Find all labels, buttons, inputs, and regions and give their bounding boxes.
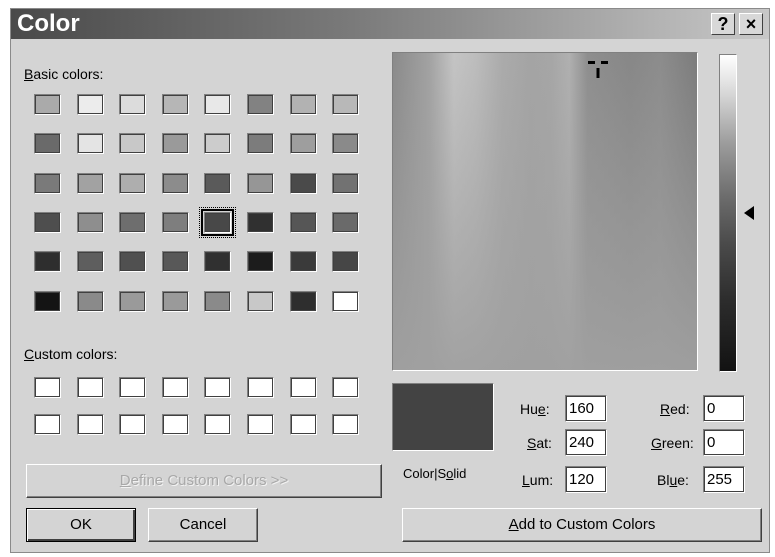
custom-color-swatch[interactable] [161, 377, 189, 398]
custom-color-swatch[interactable] [289, 414, 317, 435]
custom-color-swatch[interactable] [119, 414, 147, 435]
custom-color-swatch[interactable] [204, 414, 232, 435]
basic-color-swatch[interactable] [119, 290, 147, 312]
red-label: Red: [660, 401, 690, 417]
basic-colors-label: Basic colors: [24, 66, 104, 82]
lum-input[interactable]: 120 [565, 466, 607, 493]
basic-color-swatch[interactable] [247, 133, 274, 155]
basic-color-swatch[interactable] [34, 290, 61, 312]
basic-color-swatch[interactable] [34, 251, 61, 273]
basic-color-swatch[interactable] [289, 211, 317, 233]
selected-swatch-border [201, 208, 235, 236]
red-input[interactable]: 0 [703, 395, 745, 422]
custom-color-swatch[interactable] [76, 377, 104, 398]
basic-color-swatch[interactable] [247, 290, 274, 312]
spectrum-saturation-fade [393, 53, 697, 370]
basic-color-swatch[interactable] [161, 172, 189, 194]
basic-color-swatch[interactable] [76, 133, 104, 155]
basic-color-swatch[interactable] [289, 290, 317, 312]
green-input[interactable]: 0 [703, 429, 745, 456]
color-preview-swatch [392, 383, 494, 451]
basic-color-swatch[interactable] [204, 251, 232, 273]
basic-color-swatch[interactable] [34, 211, 61, 233]
basic-color-swatch[interactable] [119, 133, 147, 155]
basic-color-swatch[interactable] [76, 94, 104, 115]
custom-color-swatch[interactable] [204, 377, 232, 398]
sat-label: Sat: [527, 435, 552, 451]
basic-color-swatch[interactable] [119, 94, 147, 115]
basic-color-swatch[interactable] [332, 133, 360, 155]
basic-color-swatch[interactable] [332, 290, 360, 312]
custom-color-swatch[interactable] [247, 414, 274, 435]
basic-color-swatch[interactable] [76, 251, 104, 273]
custom-color-swatch[interactable] [34, 377, 61, 398]
basic-color-swatch[interactable] [119, 172, 147, 194]
basic-color-swatch[interactable] [289, 172, 317, 194]
basic-color-swatch[interactable] [161, 94, 189, 115]
basic-color-swatch[interactable] [76, 172, 104, 194]
basic-color-swatch[interactable] [247, 172, 274, 194]
basic-color-swatch[interactable] [332, 211, 360, 233]
custom-color-swatch[interactable] [332, 377, 360, 398]
basic-color-swatch[interactable] [247, 94, 274, 115]
ok-button[interactable]: OK [26, 508, 136, 542]
basic-color-swatch[interactable] [34, 133, 61, 155]
define-custom-colors-button: Define Custom Colors >> [26, 464, 382, 498]
basic-color-swatch[interactable] [204, 172, 232, 194]
sat-input[interactable]: 240 [565, 429, 607, 456]
title-bar[interactable]: Color ? × [11, 9, 769, 39]
green-label: Green: [651, 435, 694, 451]
basic-color-swatch[interactable] [34, 94, 61, 115]
dialog-title: Color [17, 10, 80, 37]
basic-color-swatch[interactable] [204, 94, 232, 115]
custom-color-swatch[interactable] [247, 377, 274, 398]
crosshair-cursor-icon [588, 61, 608, 78]
custom-color-swatch[interactable] [119, 377, 147, 398]
hue-label: Hue: [520, 401, 550, 417]
blue-label: Blue: [657, 472, 689, 488]
basic-color-swatch[interactable] [119, 251, 147, 273]
custom-color-swatch[interactable] [332, 414, 360, 435]
basic-color-swatch[interactable] [247, 251, 274, 273]
hue-input[interactable]: 160 [565, 395, 607, 422]
basic-color-swatch[interactable] [332, 172, 360, 194]
basic-color-swatch[interactable] [289, 251, 317, 273]
basic-color-swatch[interactable] [161, 133, 189, 155]
cancel-button[interactable]: Cancel [148, 508, 258, 542]
custom-color-swatch[interactable] [161, 414, 189, 435]
basic-color-swatch[interactable] [161, 251, 189, 273]
custom-colors-label: Custom colors: [24, 346, 118, 362]
custom-color-swatch[interactable] [76, 414, 104, 435]
close-button[interactable]: × [739, 13, 763, 35]
basic-color-swatch[interactable] [34, 172, 61, 194]
basic-color-swatch[interactable] [119, 211, 147, 233]
lum-label: Lum: [522, 472, 554, 488]
luminance-arrow-icon[interactable] [744, 206, 754, 220]
basic-color-swatch[interactable] [332, 94, 360, 115]
custom-color-swatch[interactable] [289, 377, 317, 398]
basic-color-swatch[interactable] [204, 290, 232, 312]
add-to-custom-colors-button[interactable]: Add to Custom Colors [402, 508, 762, 542]
basic-color-swatch[interactable] [161, 211, 189, 233]
basic-color-swatch[interactable] [161, 290, 189, 312]
luminance-slider[interactable] [719, 54, 737, 372]
color-solid-label: Color|Solid [403, 466, 467, 481]
basic-color-swatch[interactable] [247, 211, 274, 233]
custom-color-swatch[interactable] [34, 414, 61, 435]
help-button[interactable]: ? [711, 13, 735, 35]
basic-color-swatch[interactable] [204, 133, 232, 155]
basic-color-swatch[interactable] [332, 251, 360, 273]
basic-color-swatch[interactable] [76, 211, 104, 233]
blue-input[interactable]: 255 [703, 466, 745, 493]
basic-color-swatch[interactable] [289, 94, 317, 115]
color-spectrum[interactable] [392, 52, 698, 371]
basic-color-swatch[interactable] [76, 290, 104, 312]
basic-color-swatch[interactable] [289, 133, 317, 155]
